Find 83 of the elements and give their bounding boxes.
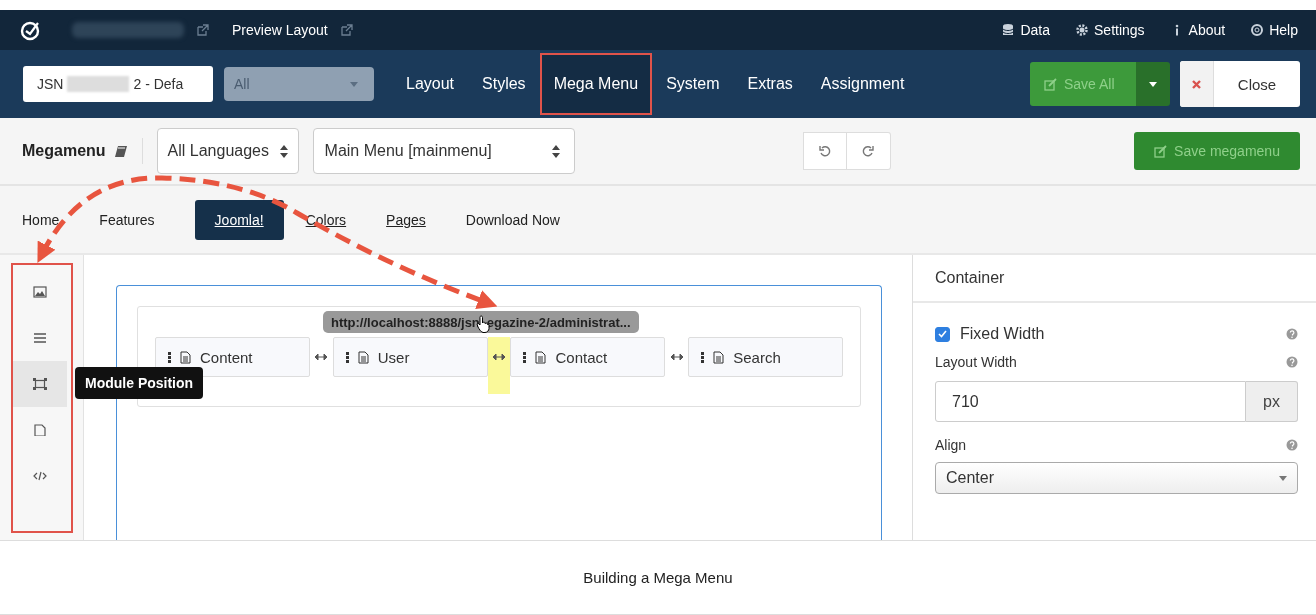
- nav-tab[interactable]: Assignment: [806, 50, 919, 118]
- undo-button[interactable]: [802, 132, 847, 170]
- image-icon: [33, 286, 47, 298]
- caption-text: Building a Mega Menu: [583, 569, 733, 586]
- tooltip: Module Position: [75, 367, 204, 399]
- module-label: Content: [200, 348, 253, 366]
- document-icon: [180, 350, 191, 364]
- nav-tab[interactable]: System: [652, 50, 734, 118]
- caret-icon: [1149, 81, 1157, 87]
- module-label: User: [377, 348, 410, 366]
- drag-handle-icon: [523, 351, 527, 363]
- language-select[interactable]: All Languages: [156, 128, 299, 174]
- top-menu-link[interactable]: About: [1170, 22, 1226, 38]
- module-block[interactable]: Content: [155, 337, 310, 377]
- module-position-icon: [33, 378, 47, 390]
- nav-tab[interactable]: Extras: [733, 50, 807, 118]
- close-icon: [1192, 79, 1201, 89]
- nav-tab[interactable]: Layout: [392, 50, 469, 118]
- edit-icon: [1044, 77, 1058, 91]
- panel-title: Container: [913, 255, 1316, 303]
- top-menu-link[interactable]: Data: [1002, 22, 1050, 38]
- external-link-icon: [196, 23, 210, 37]
- menu-item[interactable]: Pages: [386, 211, 466, 228]
- template-prefix: JSN: [37, 76, 64, 92]
- menu-item[interactable]: Joomla!: [194, 199, 284, 240]
- menu-select[interactable]: Main Menu [mainmenu]: [312, 128, 575, 174]
- redo-button[interactable]: [846, 132, 891, 170]
- preview-layout-link[interactable]: Preview Layout: [232, 22, 328, 38]
- drag-handle-icon: [701, 351, 705, 363]
- page-icon: [33, 424, 47, 436]
- settings-icon: [1076, 23, 1088, 37]
- resize-arrow-icon: [670, 354, 683, 360]
- sort-icon: [551, 144, 560, 158]
- blurred-template-name: [67, 76, 130, 92]
- url-text: egazine-2/administrat...: [486, 314, 631, 330]
- top-menu-link[interactable]: Help: [1251, 22, 1298, 38]
- help-icon: [1286, 439, 1298, 451]
- menu-item[interactable]: Home: [22, 211, 100, 228]
- document-icon: [535, 350, 547, 364]
- template-suffix: 2 - Defa: [133, 76, 184, 92]
- redo-icon: [862, 145, 875, 157]
- field-label: Align: [935, 437, 967, 453]
- resize-arrow-icon: [493, 354, 505, 360]
- logo-icon: [20, 19, 42, 41]
- menu-item[interactable]: Download Now: [465, 211, 600, 228]
- module-label: Contact: [555, 348, 608, 366]
- module-block[interactable]: Search: [688, 337, 843, 377]
- module-block[interactable]: User: [332, 337, 488, 377]
- nav-tab[interactable]: Mega Menu: [539, 53, 653, 115]
- help-icon: [1286, 356, 1298, 368]
- document-icon: [357, 350, 369, 364]
- help-icon: [1286, 328, 1298, 340]
- lifebuoy-icon: [1251, 23, 1264, 37]
- database-icon: [1002, 23, 1015, 37]
- code-icon: [33, 470, 47, 482]
- module-label: Search: [733, 348, 781, 366]
- menu-item[interactable]: Features: [99, 211, 195, 228]
- top-menu-link[interactable]: Settings: [1076, 22, 1145, 38]
- undo-icon: [818, 145, 831, 157]
- field-label: Layout Width: [935, 354, 1017, 370]
- menu-icon: [33, 332, 47, 344]
- megamenu-title: Megamenu: [22, 142, 106, 160]
- module-block[interactable]: Contact: [510, 337, 666, 377]
- checkbox[interactable]: [935, 326, 950, 342]
- caret-icon: [1279, 475, 1287, 481]
- checkmark-icon: [938, 330, 947, 338]
- caret-icon: [350, 81, 358, 87]
- nav-tab[interactable]: Styles: [468, 50, 540, 118]
- checkbox-label: Fixed Width: [960, 325, 1045, 343]
- drag-handle-icon: [168, 351, 171, 363]
- drag-handle-icon: [345, 351, 349, 363]
- sort-icon: [279, 144, 288, 158]
- close-button[interactable]: Close: [1180, 61, 1300, 107]
- document-icon: [713, 350, 725, 364]
- layout-width-input[interactable]: 710: [935, 381, 1246, 422]
- external-link-icon: [339, 23, 354, 37]
- url-text: http://localhost:8888/jsn: [331, 314, 480, 330]
- edit-icon: [1154, 144, 1169, 158]
- unit-addon: px: [1246, 381, 1298, 422]
- book-icon: [113, 144, 128, 158]
- resize-arrow-icon: [315, 354, 328, 360]
- align-select[interactable]: Center: [935, 462, 1298, 494]
- template-field[interactable]: JSN 2 - Defa: [23, 66, 213, 102]
